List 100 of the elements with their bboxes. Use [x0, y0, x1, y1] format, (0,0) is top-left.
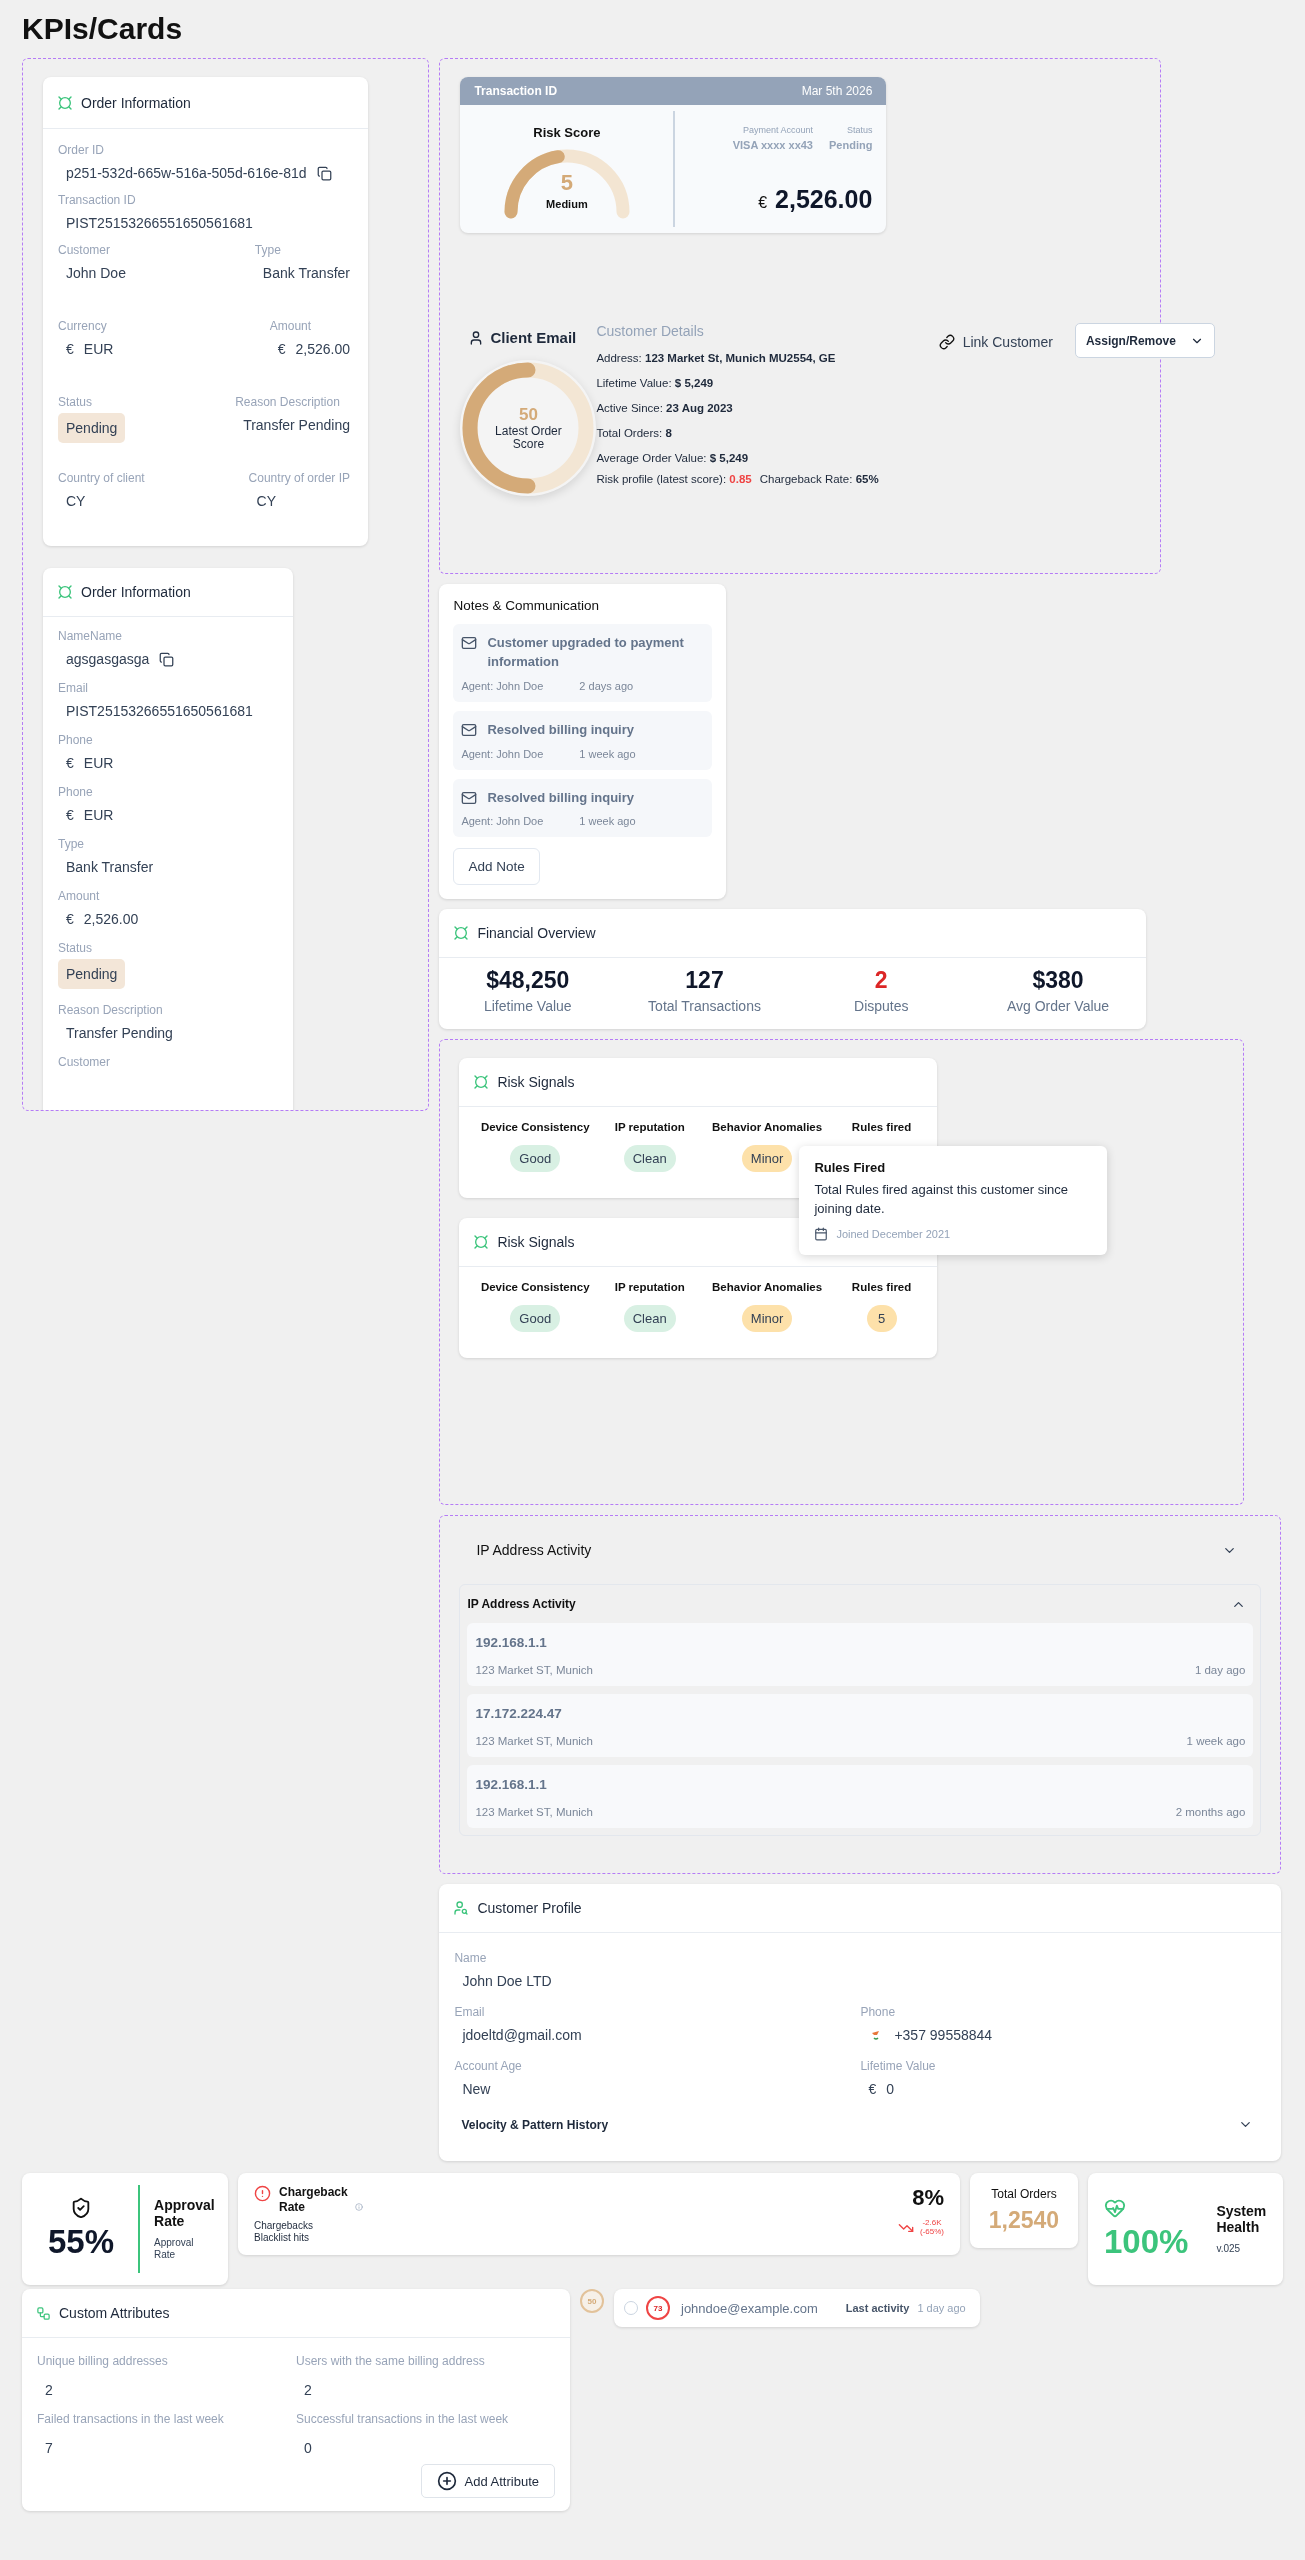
score-badge: 73 — [646, 2296, 670, 2321]
field-label: Customer — [58, 1055, 111, 1069]
ip-location: 123 Market ST, Munich — [475, 1806, 593, 1819]
ip-time: 2 months ago — [1175, 1806, 1246, 1819]
note-time: 2 days ago — [579, 679, 634, 692]
field-label: Phone — [58, 785, 94, 799]
risk-score-value: 5 — [559, 170, 574, 196]
stat-label: Total Transactions — [648, 998, 761, 1015]
card-title: Risk Signals — [497, 1234, 575, 1251]
currency-icon — [57, 584, 73, 600]
kpi-value: 1,2540 — [988, 2207, 1060, 2235]
ip-time: 1 day ago — [1194, 1664, 1246, 1677]
radio-button[interactable] — [624, 2301, 638, 2316]
copy-icon[interactable] — [159, 651, 175, 667]
field-label: Type — [254, 243, 282, 257]
activity-email: johndoe@example.com — [681, 2300, 818, 2316]
ip-address: 17.172.224.47 — [475, 1706, 563, 1722]
field-value: 2,526.00 — [83, 911, 139, 927]
workflow-icon — [36, 2305, 51, 2321]
field-label: Status — [58, 395, 94, 409]
section-title: Velocity & Pattern History — [461, 2117, 609, 2132]
kpi-title: Approval Rate — [154, 2198, 216, 2230]
client-title: Client Email — [490, 329, 577, 346]
field-label: Account Age — [454, 2059, 523, 2074]
transaction-date: Mar 5th 2026 — [801, 84, 873, 98]
ip-location: 123 Market ST, Munich — [475, 1735, 593, 1748]
link-icon — [938, 334, 955, 350]
currency-icon — [473, 1074, 490, 1091]
mail-icon — [461, 635, 478, 651]
field-label: Phone — [58, 733, 94, 747]
field-value: CY — [256, 493, 277, 509]
section-title: IP Address Activity — [476, 1542, 592, 1559]
field-value: New — [462, 2081, 491, 2098]
copy-icon[interactable] — [316, 165, 332, 181]
link-customer-button[interactable]: Link Customer — [938, 331, 1053, 353]
signal-badge: Clean — [623, 1145, 676, 1173]
card-title: Custom Attributes — [59, 2305, 170, 2322]
currency-symbol: € — [66, 755, 74, 771]
assign-dropdown[interactable]: Assign/Remove — [1074, 323, 1215, 358]
currency-icon — [473, 1234, 490, 1251]
field-value: PIST25153266551650561681 — [66, 703, 253, 719]
tooltip-text: Total Rules fired against this customer since joining date. — [814, 1181, 1069, 1219]
signal-badge: Good — [510, 1145, 561, 1173]
risk-level-label: Medium — [545, 198, 589, 210]
tooltip-footnote: Joined December 2021 — [836, 1228, 951, 1241]
field-label: Email — [58, 681, 89, 695]
field-label: Reason Description — [235, 395, 341, 409]
add-attribute-button[interactable]: Add Attribute — [420, 2464, 555, 2499]
delta-percent: (-65%) — [920, 2228, 944, 2237]
field-value: CY — [66, 493, 86, 509]
field-value: VISA xxxx xx43 — [732, 139, 813, 151]
stat-value: 127 — [685, 967, 724, 995]
kpi-value: 100% — [1104, 2223, 1189, 2262]
field-label: Users with the same billing address — [296, 2354, 486, 2369]
signal-badge: Clean — [623, 1305, 676, 1333]
card-title: Customer Profile — [477, 1900, 582, 1917]
activity-row[interactable]: 73 johndoe@example.com Last activity 1 day ago — [614, 2289, 980, 2328]
status-badge: Pending — [58, 413, 126, 443]
currency-symbol: € — [66, 911, 74, 927]
field-label: Status — [58, 941, 94, 955]
detail-line: Address: 123 Market St, Munich MU2554, GE — [596, 352, 837, 364]
card-header-title: Transaction ID — [474, 84, 558, 98]
signal-badge: Minor — [741, 1145, 793, 1173]
field-value: John Doe — [66, 265, 126, 281]
note-time: 1 week ago — [579, 815, 636, 828]
field-value: p251-532d-665w-516a-505d-616e-81d — [66, 165, 307, 181]
field-value: 7 — [45, 2440, 53, 2457]
stat-value: 2 — [874, 967, 888, 995]
panel-title: IP Address Activity — [467, 1597, 576, 1612]
field-label: Amount — [58, 889, 101, 903]
field-value: EUR — [83, 341, 114, 357]
field-label: Payment Account — [742, 125, 813, 135]
stat-label: Avg Order Value — [1006, 998, 1110, 1015]
field-value: Pending — [829, 139, 873, 151]
field-label: Phone — [860, 2005, 897, 2020]
ip-location: 123 Market ST, Munich — [475, 1664, 593, 1677]
card-title: Financial Overview — [477, 925, 596, 942]
detail-line: Active Since: 23 Aug 2023 — [596, 402, 734, 414]
stat-value: $380 — [1032, 967, 1084, 995]
field-value: 0 — [886, 2081, 894, 2098]
tooltip-title: Rules Fired — [814, 1160, 887, 1176]
field-label: Country of order IP — [248, 471, 350, 485]
delta-value: -2.6K — [921, 2219, 943, 2229]
field-value: 2,526.00 — [295, 341, 350, 357]
page-title: KPIs/Cards — [22, 12, 184, 46]
kpi-line: Blacklist hits — [254, 2232, 310, 2245]
field-value: Bank Transfer — [66, 859, 154, 875]
order-score-label: Latest Order Score — [494, 424, 563, 452]
add-note-button[interactable]: Add Note — [453, 848, 540, 886]
field-label: Reason Description — [58, 1003, 164, 1017]
risk-score-title: Risk Score — [533, 125, 601, 140]
kpi-subtitle: v.025 — [1216, 2243, 1242, 2255]
calendar-icon — [814, 1227, 829, 1242]
currency-icon — [453, 925, 470, 942]
field-label: Status — [846, 125, 873, 135]
field-label: Currency — [58, 319, 108, 333]
chargeback-rate-line: Chargeback Rate: 65% — [759, 473, 879, 485]
currency-symbol: € — [66, 341, 74, 357]
kpi-subtitle: Approval Rate — [154, 2237, 195, 2261]
mail-icon — [461, 789, 478, 806]
